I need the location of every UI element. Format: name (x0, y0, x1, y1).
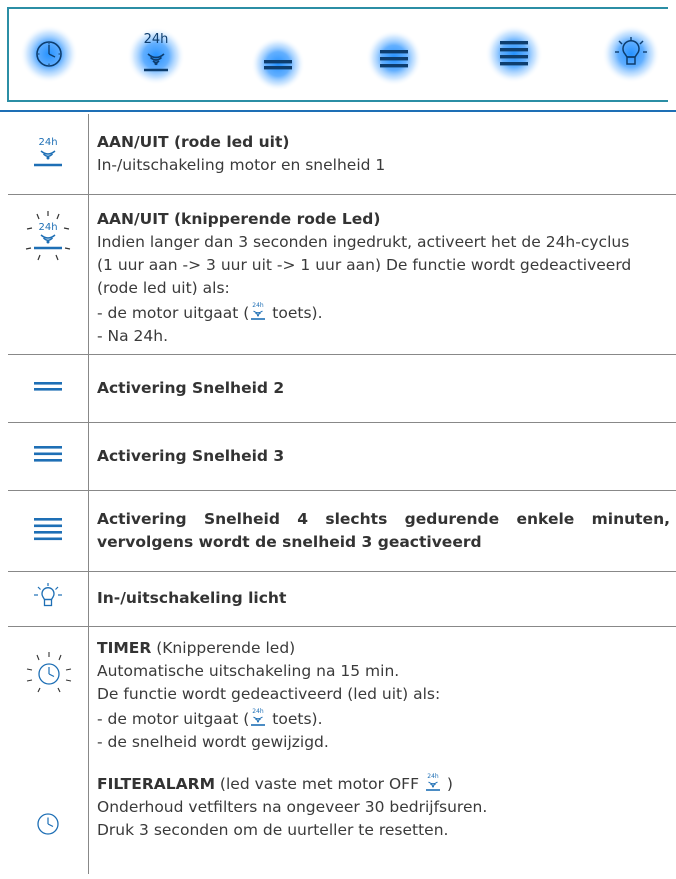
speed-4-icon (34, 517, 62, 540)
row-title: Activering Snelheid 3 (97, 446, 285, 465)
icon-24h-label: 24h (38, 222, 57, 233)
table-row: In-/uitschakeling licht (8, 570, 676, 626)
row-title: Activering Snelheid 2 (97, 378, 285, 397)
row-title: TIMER (97, 638, 152, 657)
power-24h-icon: 24h (425, 773, 440, 791)
motor-text-pre: - de motor uitgaat ( (97, 303, 250, 322)
speed-4-icon (485, 25, 543, 83)
speed-3-icon (366, 30, 422, 86)
speed-3-icon (34, 446, 62, 462)
timer-icon (20, 25, 78, 83)
row-title: AAN/UIT (rode led uit) (97, 132, 290, 151)
panel-24h-label: 24h (144, 32, 169, 47)
speed-2-icon (251, 37, 305, 91)
panel-speed-3-button[interactable] (364, 24, 424, 86)
panel-speed-4-button[interactable] (484, 24, 544, 84)
speed-2-icon (34, 382, 62, 391)
motor-text-pre: - de motor uitgaat ( (97, 709, 250, 728)
power-24h-icon: 24h (251, 302, 266, 320)
light-icon (602, 25, 660, 83)
icon-24h-label: 24h (38, 137, 57, 148)
timer-title-line: TIMER (Knipperende led) (97, 637, 676, 660)
svg-text:24h: 24h (427, 773, 439, 780)
motor-text-post: toets). (267, 709, 323, 728)
row-description-line: - Na 24h. (97, 326, 169, 345)
row-description: In-/uitschakeling motor en snelheid 1 (97, 155, 386, 174)
filter-title-line: FILTERALARM (led vaste met motor OFF 24h… (97, 771, 676, 796)
row-title-suffix: (Knipperende led) (151, 638, 296, 657)
panel-timer-button[interactable] (19, 24, 79, 84)
row-description-line: - de snelheid wordt gewijzigd. (97, 732, 329, 751)
row-title-suffix: (led vaste met motor OFF (215, 774, 424, 793)
table-row: TIMER (Knipperende led) Automatische uit… (8, 625, 676, 874)
row-description-line: Automatische uitschakeling na 15 min. (97, 661, 400, 680)
control-panel: 24h (7, 7, 668, 102)
power-24h-icon: 24h (34, 137, 62, 167)
table-row: 24h AAN/UIT (rode led uit) In-/uitschake… (8, 114, 676, 194)
row-title: FILTERALARM (97, 774, 215, 793)
timer-icon (37, 812, 59, 835)
row-title: Activering Snelheid 4 slechts gedurende … (97, 509, 670, 551)
table-row: Activering Snelheid 3 (8, 421, 676, 490)
function-legend-table: 24h AAN/UIT (rode led uit) In-/uitschake… (8, 114, 676, 874)
row-description-line: Onderhoud vetfilters na ongeveer 30 bedr… (97, 797, 488, 816)
power-24h-icon: 24h (251, 708, 266, 726)
power-24h-icon: 24h (127, 27, 185, 85)
svg-text:24h: 24h (253, 708, 265, 715)
row-description-line: Druk 3 seconden om de uurteller te reset… (97, 820, 449, 839)
motor-text-post: toets). (267, 303, 323, 322)
row-description-line: Indien langer dan 3 seconden ingedrukt, … (97, 232, 630, 251)
row-title: In-/uitschakeling licht (97, 589, 287, 607)
panel-speed-2-button[interactable] (248, 24, 308, 91)
table-row: Activering Snelheid 4 slechts gedurende … (8, 489, 676, 571)
panel-power-24h-button[interactable]: 24h (126, 24, 186, 85)
timer-blinking-icon (26, 651, 72, 692)
row-description-line: (rode led uit) als: (97, 278, 230, 297)
svg-text:24h: 24h (253, 302, 265, 309)
table-top-rule (0, 110, 676, 112)
row-title: AAN/UIT (knipperende rode Led) (97, 209, 381, 228)
power-24h-blinking-icon: 24h (25, 210, 71, 260)
table-row: Activering Snelheid 2 (8, 353, 676, 422)
light-icon (34, 582, 62, 606)
row-motor-line: - de motor uitgaat (24h toets). (97, 300, 676, 325)
row-motor-line: - de motor uitgaat (24h toets). (97, 706, 676, 731)
panel-light-button[interactable] (601, 24, 661, 84)
row-description-line: De functie wordt gedeactiveerd (led uit)… (97, 684, 441, 703)
table-row: 24h AAN/UIT (knipperende rode Led) Indie… (8, 193, 676, 354)
row-title-end: ) (441, 774, 453, 793)
row-description-line: (1 uur aan -> 3 uur uit -> 1 uur aan) De… (97, 255, 632, 274)
